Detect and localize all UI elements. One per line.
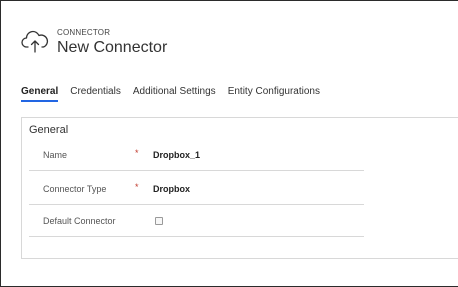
tab-entity-configurations[interactable]: Entity Configurations <box>228 86 320 102</box>
field-row-default-connector: Default Connector <box>29 206 364 237</box>
tab-credentials[interactable]: Credentials <box>70 86 121 102</box>
record-title: New Connector <box>57 39 168 56</box>
name-field[interactable]: Dropbox_1 <box>153 150 200 160</box>
default-connector-label: Default Connector <box>43 216 116 226</box>
required-marker: * <box>135 182 139 192</box>
tab-additional-settings[interactable]: Additional Settings <box>133 86 216 102</box>
name-label: Name <box>43 150 68 160</box>
tab-general[interactable]: General <box>21 86 59 102</box>
form-frame: CONNECTOR New Connector General Credenti… <box>0 0 458 287</box>
general-section: General Name * Dropbox_1 Connector Type … <box>21 117 458 259</box>
entity-label: CONNECTOR <box>57 28 111 37</box>
field-row-connector-type: Connector Type * Dropbox <box>29 174 364 205</box>
header-titles: CONNECTOR New Connector <box>57 19 167 57</box>
field-row-name: Name * Dropbox_1 <box>29 140 364 171</box>
cloud-upload-icon <box>21 27 49 55</box>
connector-type-field[interactable]: Dropbox <box>153 184 190 194</box>
form-header: CONNECTOR New Connector <box>21 19 167 57</box>
required-marker: * <box>135 148 139 158</box>
tab-list: General Credentials Additional Settings … <box>21 86 332 102</box>
connector-type-label: Connector Type <box>43 184 107 194</box>
default-connector-checkbox[interactable] <box>155 217 163 225</box>
section-title: General <box>29 124 69 136</box>
